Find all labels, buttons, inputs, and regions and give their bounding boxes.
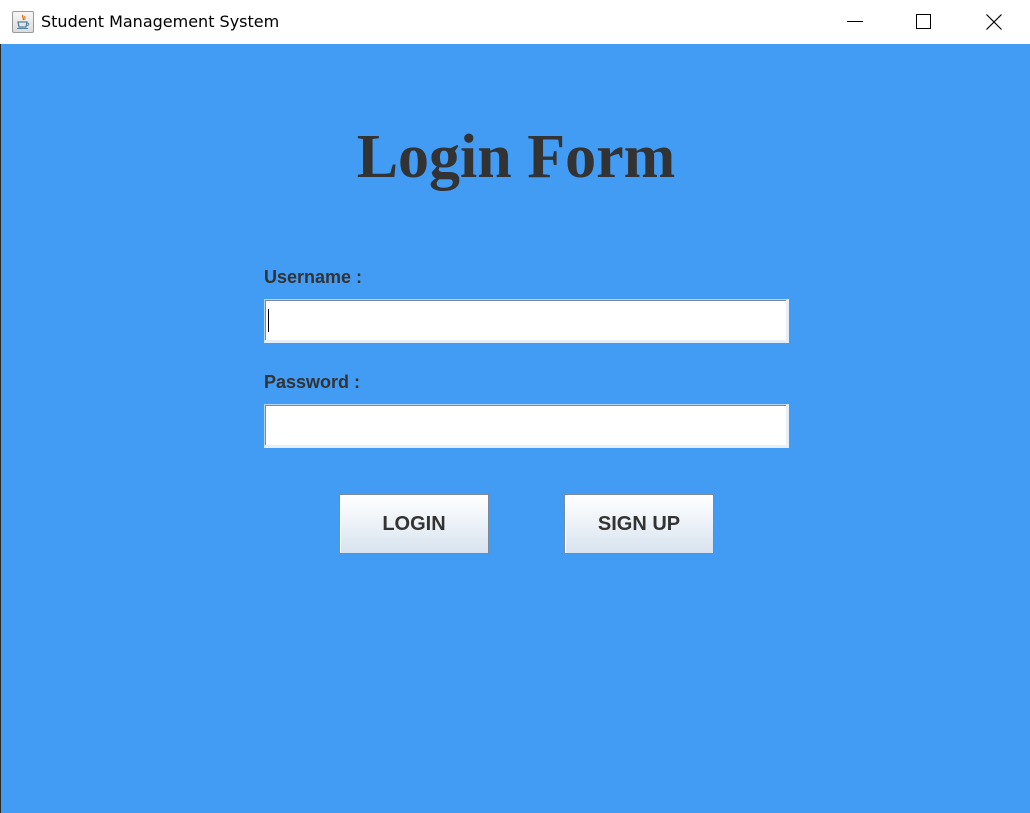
app-window: Student Management System Login Form Use…: [0, 0, 1030, 813]
close-button[interactable]: [971, 0, 1017, 44]
java-cup-icon[interactable]: [12, 11, 34, 33]
title-bar[interactable]: Student Management System: [0, 0, 1030, 44]
password-input[interactable]: [264, 404, 789, 448]
maximize-button[interactable]: [901, 0, 947, 44]
username-label: Username :: [264, 267, 363, 287]
signup-button[interactable]: SIGN UP: [564, 494, 714, 554]
window-title: Student Management System: [41, 12, 280, 31]
login-panel: Login Form Username : Password : LOGIN S…: [0, 44, 1030, 813]
maximize-icon: [916, 14, 931, 29]
page-title: Login Form: [356, 123, 676, 191]
minimize-icon: [847, 21, 863, 22]
login-button[interactable]: LOGIN: [339, 494, 489, 554]
minimize-button[interactable]: [832, 0, 878, 44]
close-icon: [986, 14, 1002, 30]
text-caret: [268, 309, 269, 332]
password-label: Password :: [264, 372, 361, 392]
username-input[interactable]: [264, 299, 789, 343]
